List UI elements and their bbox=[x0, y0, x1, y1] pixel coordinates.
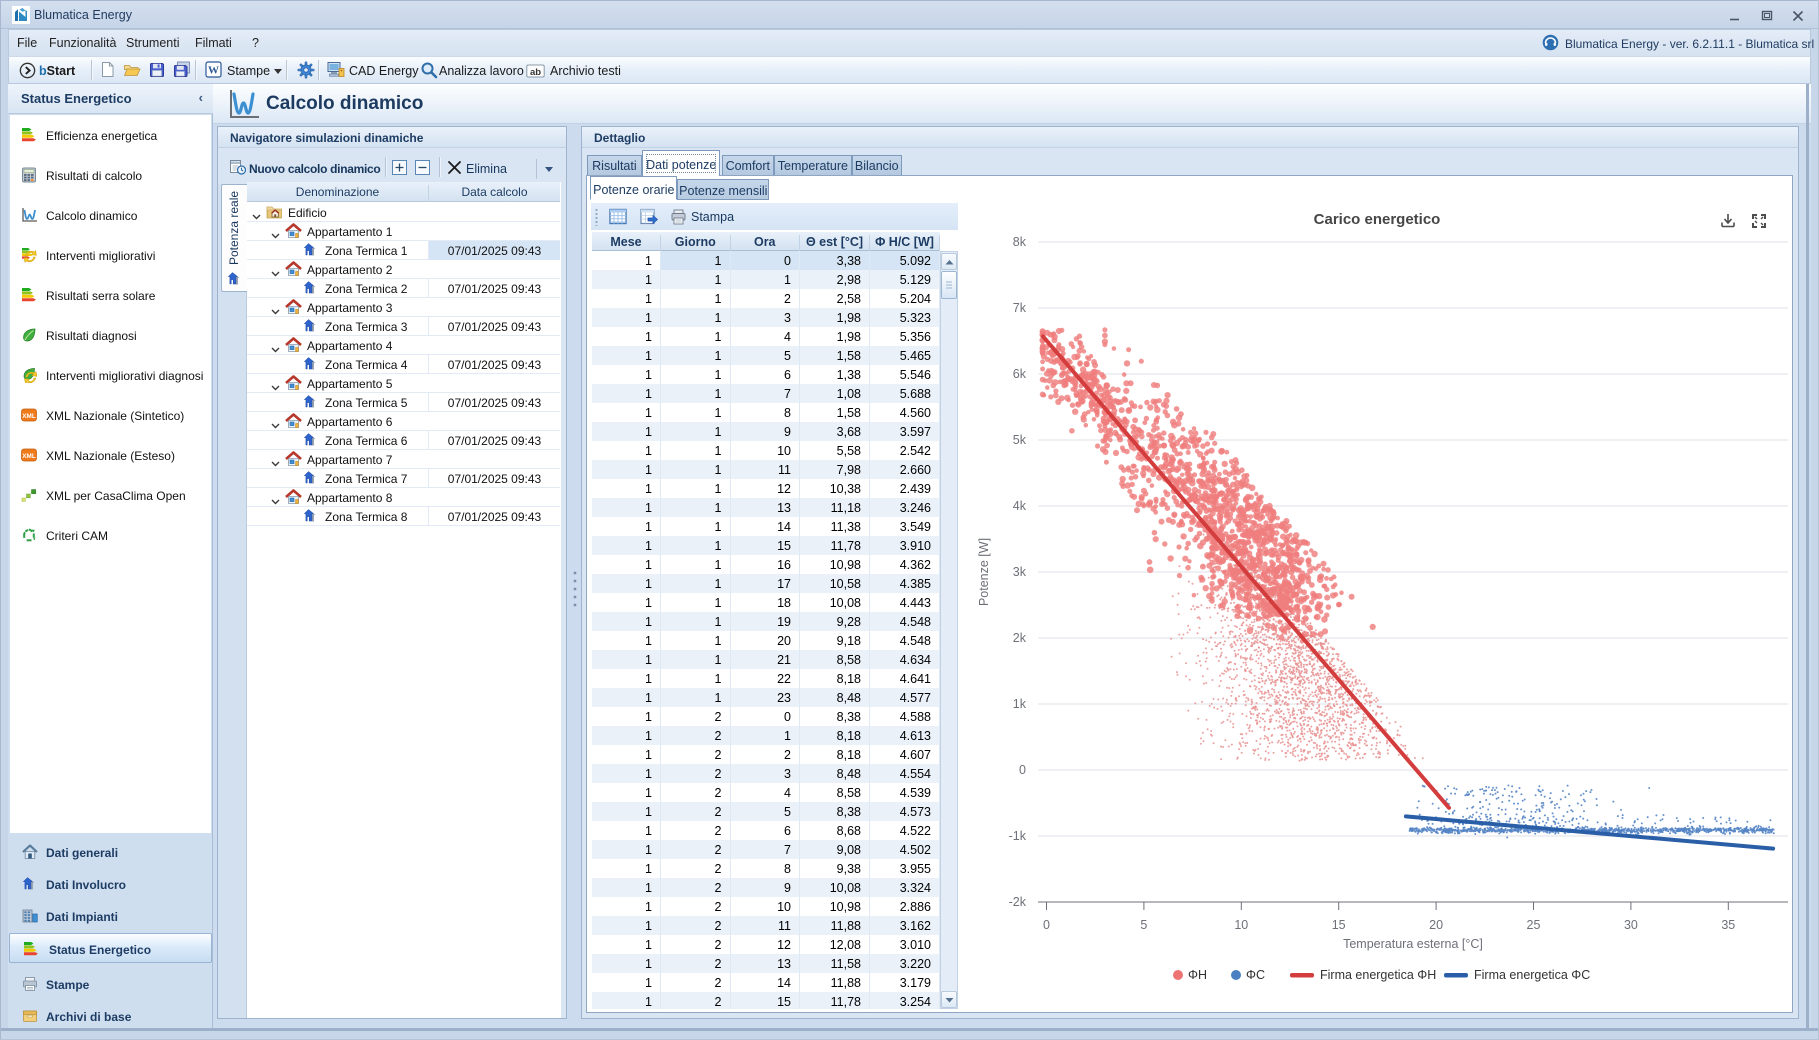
svg-text:5k: 5k bbox=[1013, 433, 1027, 447]
svg-text:W: W bbox=[208, 65, 219, 77]
svg-text:0: 0 bbox=[1019, 763, 1026, 777]
svg-text:7k: 7k bbox=[1013, 301, 1027, 315]
svg-text:4k: 4k bbox=[1013, 499, 1027, 513]
svg-text:ab: ab bbox=[530, 67, 541, 78]
svg-text:1k: 1k bbox=[1013, 697, 1027, 711]
svg-text:XML: XML bbox=[22, 453, 36, 460]
svg-text:3k: 3k bbox=[1013, 565, 1027, 579]
svg-text:6k: 6k bbox=[1013, 367, 1027, 381]
svg-text:8k: 8k bbox=[1013, 235, 1027, 249]
svg-text:-1k: -1k bbox=[1009, 829, 1027, 843]
svg-text:-2k: -2k bbox=[1009, 895, 1027, 909]
svg-text:XML: XML bbox=[22, 413, 36, 420]
svg-text:2k: 2k bbox=[1013, 631, 1027, 645]
